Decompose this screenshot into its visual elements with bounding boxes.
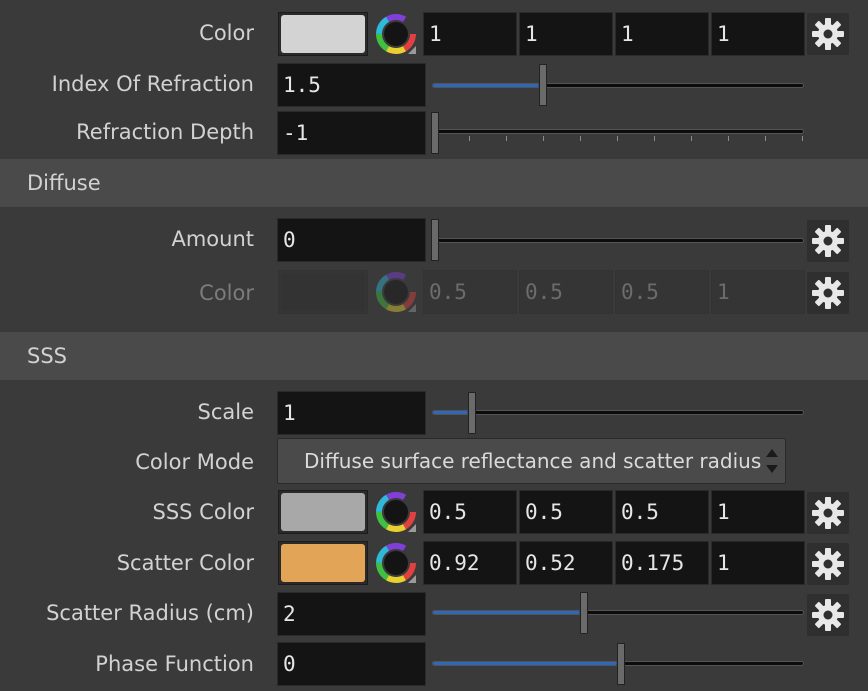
scatter-color-label: Scatter Color [116, 551, 254, 575]
diffuse-color-r-field: 0.5 [423, 270, 517, 314]
phase-function-row: Phase Function 0 [0, 642, 868, 688]
phase-function-label: Phase Function [95, 652, 254, 676]
sss-color-mode-row: Color Mode Diffuse surface reflectance a… [0, 438, 868, 484]
sss-color-label: SSS Color [152, 500, 255, 524]
diffuse-section-header[interactable]: Diffuse [0, 159, 868, 207]
refraction-depth-field[interactable]: -1 [277, 111, 426, 155]
color-wheel-icon[interactable] [376, 492, 416, 532]
diffuse-color-label: Color [199, 281, 254, 305]
gear-icon[interactable] [807, 492, 849, 534]
scatter-radius-slider-handle[interactable] [579, 592, 588, 634]
sss-color-mode-dropdown[interactable]: Diffuse surface reflectance and scatter … [277, 438, 786, 484]
phase-function-field[interactable]: 0 [277, 642, 426, 686]
scatter-radius-label: Scatter Radius (cm) [46, 601, 254, 625]
refraction-color-fill [281, 15, 365, 53]
refraction-depth-ticks [432, 136, 804, 142]
slider-tick [654, 136, 655, 141]
refraction-color-label: Color [199, 21, 254, 45]
refraction-color-row: Color 1 1 1 1 [0, 12, 868, 58]
diffuse-section-title: Diffuse [27, 171, 101, 195]
color-wheel-icon [376, 272, 416, 312]
ior-label: Index Of Refraction [51, 72, 254, 96]
diffuse-amount-slider-track[interactable] [432, 238, 804, 243]
gear-icon[interactable] [807, 543, 849, 585]
sss-color-r-field[interactable]: 0.5 [423, 490, 517, 534]
diffuse-amount-label: Amount [171, 227, 254, 251]
scatter-radius-slider-fill [433, 611, 580, 614]
ior-slider-track[interactable] [432, 83, 804, 88]
sss-color-mode-label: Color Mode [135, 450, 254, 474]
refraction-color-swatch[interactable] [278, 12, 368, 56]
refraction-depth-slider-track[interactable] [432, 129, 804, 134]
gear-icon[interactable] [807, 594, 849, 636]
sss-color-mode-value: Diffuse surface reflectance and scatter … [304, 449, 762, 473]
gear-icon[interactable] [807, 220, 849, 262]
refraction-color-b-field[interactable]: 1 [615, 12, 709, 56]
ior-slider-fill [433, 84, 539, 87]
refraction-depth-label: Refraction Depth [76, 120, 254, 144]
diffuse-color-fill [281, 273, 365, 311]
diffuse-color-swatch [278, 270, 368, 314]
sss-scale-row: Scale 1 [0, 391, 868, 437]
ior-field[interactable]: 1.5 [277, 63, 426, 107]
diffuse-color-a-field: 1 [711, 270, 805, 314]
slider-tick [506, 136, 507, 141]
ior-row: Index Of Refraction 1.5 [0, 63, 868, 109]
sss-scale-slider-handle[interactable] [468, 392, 477, 434]
phase-function-slider-fill [433, 662, 617, 665]
refraction-color-a-field[interactable]: 1 [711, 12, 805, 56]
refraction-depth-slider-handle[interactable] [431, 112, 439, 154]
sss-color-fill [281, 493, 365, 531]
scatter-radius-row: Scatter Radius (cm) 2 [0, 592, 868, 638]
refraction-color-r-field[interactable]: 1 [423, 12, 517, 56]
color-wheel-icon[interactable] [376, 543, 416, 583]
slider-tick [580, 136, 581, 141]
phase-function-slider-handle[interactable] [617, 643, 625, 685]
color-wheel-icon[interactable] [376, 14, 416, 54]
sss-scale-label: Scale [197, 400, 255, 424]
scatter-color-b-field[interactable]: 0.175 [615, 541, 709, 585]
slider-tick [802, 136, 803, 141]
diffuse-amount-row: Amount 0 [0, 218, 868, 264]
scatter-color-r-field[interactable]: 0.92 [423, 541, 517, 585]
diffuse-amount-slider-handle[interactable] [431, 219, 439, 261]
ior-slider-handle[interactable] [538, 64, 547, 106]
gear-icon[interactable] [807, 13, 849, 55]
slider-tick [469, 136, 470, 141]
diffuse-amount-field[interactable]: 0 [277, 218, 426, 262]
sss-color-row: SSS Color 0.5 0.5 0.5 1 [0, 490, 868, 536]
sss-section-title: SSS [27, 344, 67, 368]
diffuse-color-b-field: 0.5 [615, 270, 709, 314]
sss-scale-slider-track[interactable] [432, 410, 804, 415]
slider-tick [691, 136, 692, 141]
slider-tick [543, 136, 544, 141]
scatter-radius-slider-track[interactable] [432, 610, 804, 615]
scatter-color-fill [281, 544, 365, 582]
refraction-color-g-field[interactable]: 1 [519, 12, 613, 56]
slider-tick [728, 136, 729, 141]
scatter-color-a-field[interactable]: 1 [711, 541, 805, 585]
scatter-color-g-field[interactable]: 0.52 [519, 541, 613, 585]
diffuse-color-row: Color 0.5 0.5 0.5 1 [0, 270, 868, 316]
sss-scale-slider-fill [433, 411, 469, 414]
diffuse-color-g-field: 0.5 [519, 270, 613, 314]
refraction-depth-row: Refraction Depth -1 [0, 111, 868, 157]
scatter-radius-field[interactable]: 2 [277, 592, 426, 636]
sss-color-swatch[interactable] [278, 490, 368, 534]
slider-tick [765, 136, 766, 141]
scatter-color-row: Scatter Color 0.92 0.52 0.175 1 [0, 541, 868, 587]
slider-tick [617, 136, 618, 141]
sss-section-header[interactable]: SSS [0, 332, 868, 380]
dropdown-arrows-icon [766, 449, 778, 473]
sss-color-b-field[interactable]: 0.5 [615, 490, 709, 534]
sss-scale-field[interactable]: 1 [277, 391, 426, 435]
scatter-color-swatch[interactable] [278, 541, 368, 585]
sss-color-a-field[interactable]: 1 [711, 490, 805, 534]
sss-color-g-field[interactable]: 0.5 [519, 490, 613, 534]
gear-icon[interactable] [807, 272, 849, 314]
